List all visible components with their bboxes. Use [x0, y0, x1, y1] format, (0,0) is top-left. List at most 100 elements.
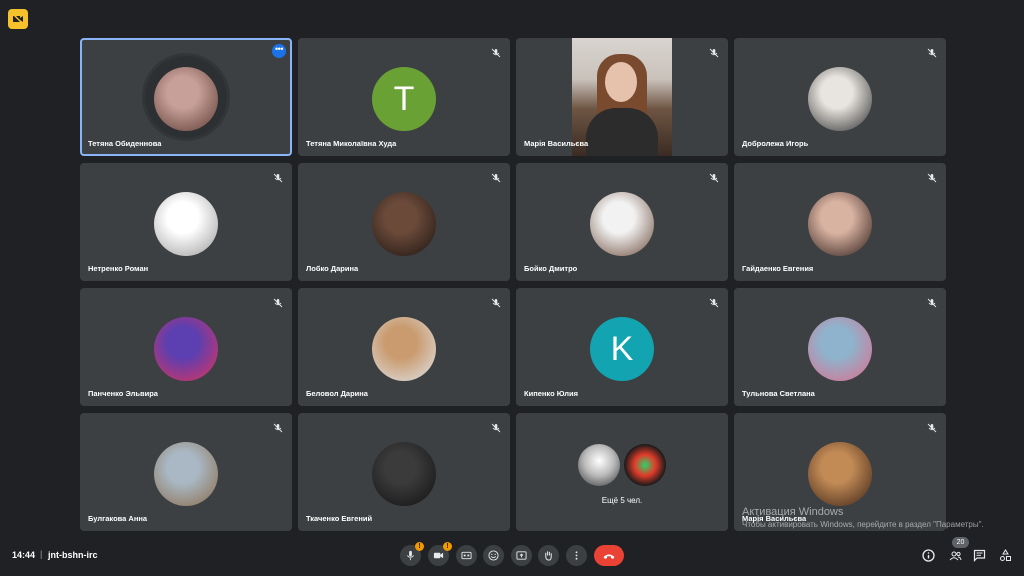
people-icon [949, 551, 962, 561]
participant-tile[interactable]: Панченко Эльвира [80, 288, 292, 406]
participant-tile[interactable]: K Кипенко Юлия [516, 288, 728, 406]
avatar [154, 67, 218, 132]
participant-tile[interactable]: Ещё 5 чел. [516, 413, 728, 531]
muted-indicator [491, 45, 501, 58]
participant-name: Марія Васильєва [524, 139, 589, 148]
participant-tile[interactable]: Марія Васильєва [516, 38, 728, 156]
avatar [154, 442, 218, 507]
mic-off-icon [491, 173, 501, 183]
present-screen-icon [516, 551, 527, 560]
avatar [372, 192, 436, 257]
mic-off-icon [709, 298, 719, 308]
meet-extension-icon[interactable] [8, 9, 28, 29]
muted-indicator [927, 420, 937, 433]
bottom-toolbar: 14:44 | jnt-bshn-irc ! ! 20 [0, 537, 1024, 576]
mic-off-icon [709, 48, 719, 58]
participant-name: Бойко Дмитро [524, 264, 578, 273]
muted-indicator [273, 420, 283, 433]
end-call-button[interactable] [594, 545, 624, 566]
participant-grid: ••• Тетяна Обиденнова T Тетяна Миколаївна Х… [80, 38, 946, 534]
participant-name: Лобко Дарина [306, 264, 359, 273]
participant-tile[interactable]: Тульнова Светлана [734, 288, 946, 406]
participant-name: Нетренко Роман [88, 264, 149, 273]
watermark-text: Чтобы активировать Windows, перейдите в … [742, 520, 984, 529]
raise-hand-icon [545, 551, 552, 561]
participant-name: Панченко Эльвира [88, 389, 158, 398]
info-icon [922, 549, 935, 562]
separator: | [40, 549, 43, 559]
meeting-code: jnt-bshn-irc [48, 550, 98, 560]
camera-icon [433, 552, 444, 559]
avatar [154, 317, 218, 382]
more-participants-label: Ещё 5 чел. [601, 496, 643, 505]
mic-off-icon [491, 423, 501, 433]
muted-indicator [927, 295, 937, 308]
muted-indicator [273, 295, 283, 308]
muted-indicator [491, 170, 501, 183]
mic-off-icon [927, 48, 937, 58]
more-options-button[interactable] [566, 545, 587, 566]
avatar [808, 192, 872, 257]
muted-indicator [927, 170, 937, 183]
mic-off-icon [273, 298, 283, 308]
participant-name: Ткаченко Евгений [306, 514, 373, 523]
avatar [590, 192, 654, 257]
avatar [808, 67, 872, 132]
participant-tile[interactable]: Нетренко Роман [80, 163, 292, 281]
camera-warning-badge: ! [443, 542, 452, 551]
participant-tile[interactable]: T Тетяна Миколаївна Худа [298, 38, 510, 156]
microphone-button[interactable]: ! [400, 542, 424, 566]
people-button[interactable] [948, 548, 963, 563]
mic-off-icon [273, 423, 283, 433]
participant-tile[interactable]: Гайдаенко Евгения [734, 163, 946, 281]
participant-name: Кипенко Юлия [524, 389, 579, 398]
mic-off-icon [927, 423, 937, 433]
present-button[interactable] [511, 545, 532, 566]
muted-indicator [927, 45, 937, 58]
more-vert-icon [575, 551, 578, 560]
participant-tile[interactable]: ••• Тетяна Обиденнова [80, 38, 292, 156]
participant-tile[interactable]: Булгакова Анна [80, 413, 292, 531]
muted-indicator [709, 170, 719, 183]
camera-button[interactable]: ! [428, 542, 452, 566]
muted-indicator [273, 170, 283, 183]
participant-name: Тетяна Обиденнова [88, 139, 162, 148]
participant-tile[interactable]: Беловол Дарина [298, 288, 510, 406]
end-call-icon [603, 554, 615, 559]
mic-off-icon [491, 298, 501, 308]
activities-button[interactable] [998, 548, 1013, 563]
participant-tile[interactable]: Добролежа Игорь [734, 38, 946, 156]
participant-tile[interactable]: Лобко Дарина [298, 163, 510, 281]
meeting-info-button[interactable] [921, 548, 936, 563]
windows-activation-watermark: Активация Windows Чтобы активировать Win… [742, 506, 984, 529]
activities-icon [1000, 549, 1011, 561]
participant-name: Тульнова Светлана [742, 389, 815, 398]
muted-indicator [491, 420, 501, 433]
participant-count-badge: 20 [952, 537, 969, 548]
muted-indicator [491, 295, 501, 308]
emoji-icon [488, 550, 499, 561]
participant-tile[interactable]: Бойко Дмитро [516, 163, 728, 281]
avatar [372, 442, 436, 507]
avatar [154, 192, 218, 257]
muted-indicator [709, 45, 719, 58]
chat-icon [973, 549, 986, 562]
avatar: T [372, 67, 436, 132]
captions-button[interactable] [456, 545, 477, 566]
microphone-icon [406, 550, 415, 561]
participant-name: Гайдаенко Евгения [742, 264, 814, 273]
avatar [624, 443, 666, 486]
chat-button[interactable] [972, 548, 987, 563]
avatar: K [590, 317, 654, 382]
raise-hand-button[interactable] [538, 545, 559, 566]
tile-options-button[interactable]: ••• [272, 44, 286, 58]
participant-name: Тетяна Миколаївна Худа [306, 139, 397, 148]
more-participants-avatars [578, 443, 666, 486]
participant-name: Беловол Дарина [306, 389, 368, 398]
participant-tile[interactable]: Ткаченко Евгений [298, 413, 510, 531]
participant-name: Добролежа Игорь [742, 139, 809, 148]
mic-off-icon [927, 298, 937, 308]
emoji-button[interactable] [483, 545, 504, 566]
mic-warning-badge: ! [415, 542, 424, 551]
avatar [372, 317, 436, 382]
